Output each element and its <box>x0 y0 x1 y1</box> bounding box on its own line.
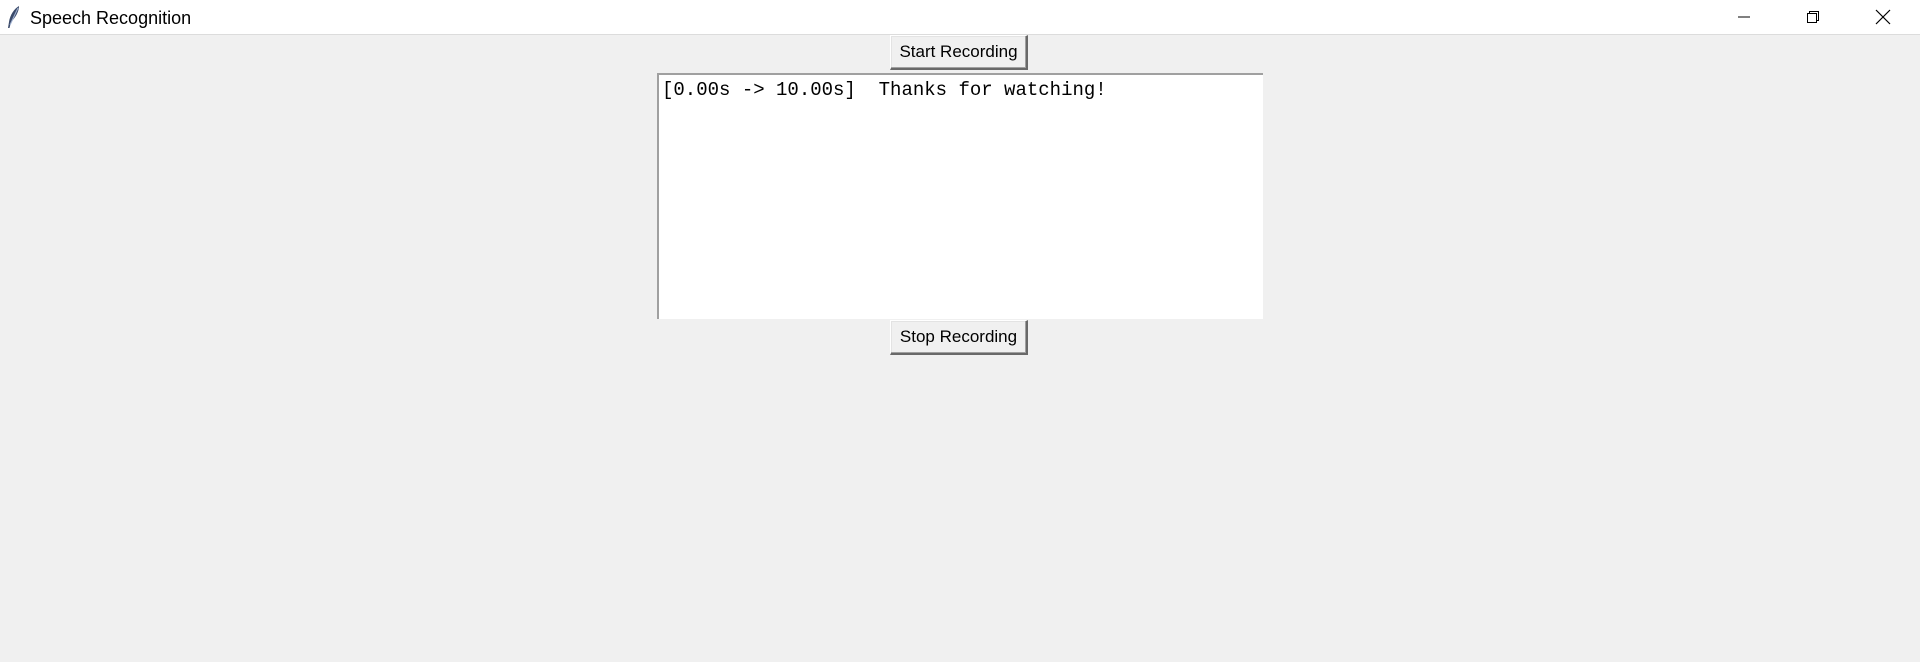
transcript-textbox[interactable]: [0.00s -> 10.00s] Thanks for watching! <box>657 73 1263 319</box>
restore-button[interactable] <box>1778 0 1848 34</box>
close-icon <box>1875 9 1891 25</box>
app-window: Speech Recognition Start Recording [0.00… <box>0 0 1920 662</box>
feather-icon <box>6 5 22 29</box>
window-title: Speech Recognition <box>30 8 192 28</box>
title-bar[interactable]: Speech Recognition <box>0 0 1920 35</box>
close-button[interactable] <box>1848 0 1918 34</box>
transcript-line: [0.00s -> 10.00s] Thanks for watching! <box>662 79 1107 101</box>
minimize-icon <box>1737 10 1751 24</box>
restore-icon <box>1806 10 1820 24</box>
client-area: Start Recording [0.00s -> 10.00s] Thanks… <box>0 35 1920 662</box>
start-recording-button[interactable]: Start Recording <box>890 35 1028 70</box>
stop-recording-button[interactable]: Stop Recording <box>890 320 1028 355</box>
minimize-button[interactable] <box>1709 0 1779 34</box>
